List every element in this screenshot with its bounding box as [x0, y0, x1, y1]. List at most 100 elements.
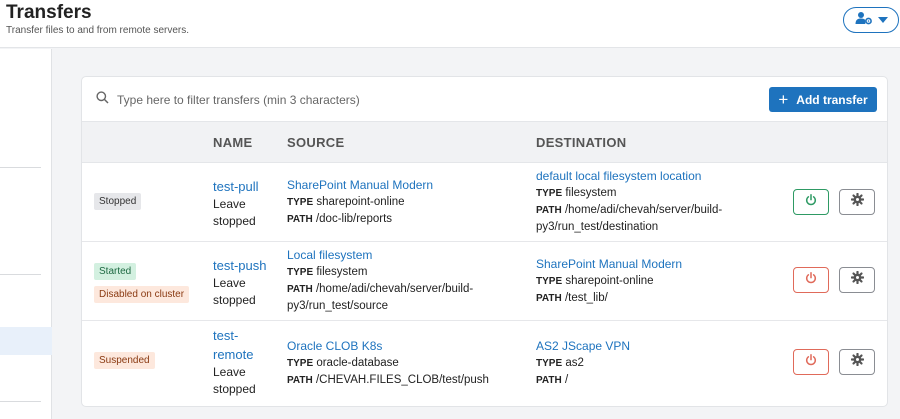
- transfer-state-text: stopped: [213, 214, 256, 228]
- source-link[interactable]: Local filesystem: [287, 247, 522, 264]
- table-header: NAME SOURCE DESTINATION: [82, 121, 887, 163]
- path-label: PATH: [287, 214, 313, 225]
- start-transfer-button[interactable]: [793, 349, 829, 375]
- type-value: oracle-database: [316, 357, 399, 369]
- transfer-name-link-continued[interactable]: remote: [213, 345, 277, 364]
- gear-icon: [850, 192, 864, 211]
- transfer-name-link[interactable]: test-: [213, 326, 277, 345]
- path-value-continued: py3/run_test/destination: [536, 221, 659, 233]
- add-transfer-button[interactable]: + Add transfer: [769, 87, 877, 112]
- sidebar: [0, 49, 52, 419]
- power-icon: [805, 353, 817, 371]
- type-value: filesystem: [565, 187, 617, 199]
- transfer-state-text: Leave: [213, 276, 246, 290]
- transfer-name-cell: test- remote Leave stopped: [213, 326, 277, 398]
- type-label: TYPE: [287, 197, 314, 208]
- path-value-continued: py3/run_test/source: [287, 300, 389, 312]
- path-value: /home/adi/chevah/server/build-: [315, 283, 474, 295]
- gear-icon: [850, 352, 864, 371]
- path-value: /doc-lib/reports: [315, 213, 393, 225]
- type-value: filesystem: [316, 266, 368, 278]
- status-badge: Started: [94, 263, 137, 280]
- source-type: TYPE sharepoint-online: [287, 194, 522, 211]
- destination-link[interactable]: SharePoint Manual Modern: [536, 256, 766, 273]
- source-cell: SharePoint Manual Modern TYPE sharepoint…: [287, 177, 522, 228]
- destination-cell: AS2 JScape VPN TYPE as2 PATH /: [536, 338, 766, 389]
- source-type: TYPE oracle-database: [287, 355, 522, 372]
- type-label: TYPE: [287, 358, 314, 369]
- destination-type: TYPE filesystem: [536, 185, 766, 202]
- table-row: Suspended test- remote Leave stopped Ora…: [82, 321, 887, 406]
- source-link[interactable]: Oracle CLOB K8s: [287, 338, 522, 355]
- type-value: sharepoint-online: [565, 275, 654, 287]
- sidebar-item-active[interactable]: [0, 327, 52, 355]
- transfer-state-text: Leave: [213, 197, 246, 211]
- path-label: PATH: [536, 375, 562, 386]
- path-label: PATH: [287, 284, 313, 295]
- search-icon: [96, 91, 109, 109]
- path-value: /home/adi/chevah/server/build-: [564, 204, 723, 216]
- type-label: TYPE: [536, 188, 563, 199]
- destination-type: TYPE sharepoint-online: [536, 273, 766, 290]
- type-value: as2: [565, 357, 584, 369]
- source-path: PATH /home/adi/chevah/server/build-: [287, 281, 522, 298]
- sidebar-divider: [0, 167, 41, 168]
- gear-icon: [850, 270, 864, 289]
- path-value: /CHEVAH.FILES_CLOB/test/push: [315, 374, 489, 386]
- power-icon: [805, 271, 817, 289]
- table-row: Stopped test-pull Leave stopped SharePoi…: [82, 163, 887, 242]
- status-badge: Suspended: [94, 352, 155, 369]
- transfer-name-link[interactable]: test-pull: [213, 177, 277, 196]
- transfer-name-cell: test-push Leave stopped: [213, 256, 277, 309]
- type-label: TYPE: [287, 267, 314, 278]
- transfer-state-text: Leave: [213, 365, 246, 379]
- path-label: PATH: [287, 375, 313, 386]
- destination-cell: SharePoint Manual Modern TYPE sharepoint…: [536, 256, 766, 307]
- destination-link[interactable]: AS2 JScape VPN: [536, 338, 766, 355]
- transfer-settings-button[interactable]: [839, 349, 875, 375]
- type-value: sharepoint-online: [316, 196, 405, 208]
- type-label: TYPE: [536, 276, 563, 287]
- column-header-name: NAME: [213, 135, 253, 150]
- transfer-name-link[interactable]: test-push: [213, 256, 277, 275]
- plus-icon: +: [778, 90, 789, 109]
- cluster-badge: Disabled on cluster: [94, 286, 190, 303]
- destination-type: TYPE as2: [536, 355, 766, 372]
- path-label: PATH: [536, 205, 562, 216]
- transfers-card: + Add transfer NAME SOURCE DESTINATION S…: [81, 76, 888, 407]
- page-subtitle: Transfer files to and from remote server…: [6, 25, 190, 36]
- source-link[interactable]: SharePoint Manual Modern: [287, 177, 522, 194]
- chevron-down-icon: [877, 11, 888, 29]
- sidebar-divider: [0, 401, 41, 402]
- path-value: /test_lib/: [564, 292, 608, 304]
- column-header-destination: DESTINATION: [536, 135, 627, 150]
- destination-path: PATH /home/adi/chevah/server/build-: [536, 202, 766, 219]
- column-header-source: SOURCE: [287, 135, 345, 150]
- destination-path: PATH /: [536, 372, 766, 389]
- start-transfer-button[interactable]: [793, 267, 829, 293]
- sidebar-divider: [0, 274, 41, 275]
- source-cell: Local filesystem TYPE filesystem PATH /h…: [287, 247, 522, 315]
- destination-link[interactable]: default local filesystem location: [536, 168, 766, 185]
- source-path: PATH /CHEVAH.FILES_CLOB/test/push: [287, 372, 522, 389]
- transfer-name-cell: test-pull Leave stopped: [213, 177, 277, 230]
- filter-bar: [96, 89, 656, 111]
- destination-path: PATH /test_lib/: [536, 290, 766, 307]
- source-cell: Oracle CLOB K8s TYPE oracle-database PAT…: [287, 338, 522, 389]
- user-menu-button[interactable]: [843, 7, 899, 33]
- transfer-settings-button[interactable]: [839, 189, 875, 215]
- add-transfer-label: Add transfer: [796, 92, 868, 107]
- filter-input[interactable]: [117, 93, 637, 107]
- power-icon: [805, 193, 817, 211]
- user-gear-icon: [855, 11, 873, 30]
- path-value: /: [564, 374, 569, 386]
- source-path: PATH /doc-lib/reports: [287, 211, 522, 228]
- status-badge: Stopped: [94, 193, 142, 210]
- destination-cell: default local filesystem location TYPE f…: [536, 168, 766, 236]
- transfer-state-text: stopped: [213, 382, 256, 396]
- page-title: Transfers: [6, 2, 92, 23]
- path-label: PATH: [536, 293, 562, 304]
- transfer-state-text: stopped: [213, 293, 256, 307]
- stop-transfer-button[interactable]: [793, 189, 829, 215]
- transfer-settings-button[interactable]: [839, 267, 875, 293]
